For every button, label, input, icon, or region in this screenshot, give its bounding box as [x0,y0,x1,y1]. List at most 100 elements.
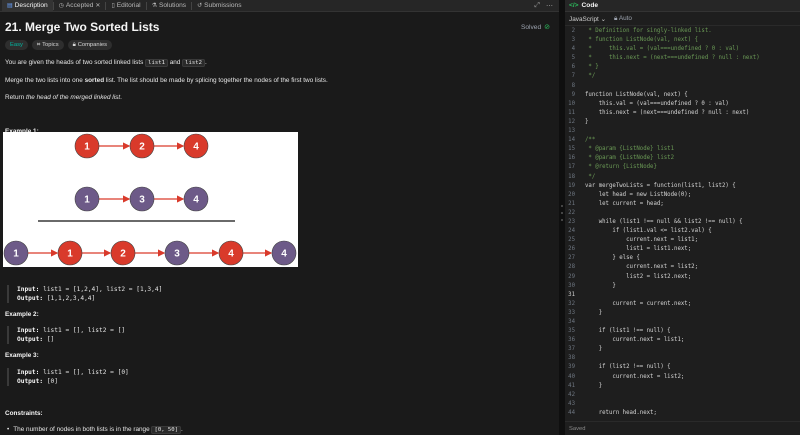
code-line[interactable]: 3 * function ListNode(val, next) { [565,36,800,45]
code-line[interactable]: 36 current.next = list1; [565,336,800,345]
code-line[interactable]: 10 this.val = (val===undefined ? 0 : val… [565,100,800,109]
expand-icon[interactable]: ⤢ [534,2,540,10]
code-line[interactable]: 30 } [565,282,800,291]
list2-node-label: 1 [84,195,90,206]
companies-chip[interactable]: 🔒︎ Companies [67,40,113,50]
code-text: return head.next; [585,409,657,416]
example-output: Output: [] [17,335,125,344]
tab-label: Accepted [65,2,94,9]
close-icon[interactable]: ✕ [95,3,100,9]
code-text: * } [585,64,599,71]
code-line[interactable]: 34 [565,318,800,327]
line-number: 38 [568,355,575,362]
code-line[interactable]: 29 list2 = list2.next; [565,273,800,282]
drag-handle[interactable] [561,205,563,221]
code-line[interactable]: 18 */ [565,173,800,182]
code-text: */ [585,73,596,80]
line-number: 3 [571,37,575,44]
example-input: Input: list1 = [], list2 = [0] [17,368,129,377]
output-label: Output: [17,295,44,302]
autosave-toggle[interactable]: 🔒︎ Auto [614,15,632,23]
code-line[interactable]: 28 current.next = list2; [565,263,800,272]
code-line[interactable]: 31 [565,291,800,300]
description-panel: ▤ Description ◷ Accepted ✕ ▯ Editorial ⚗… [0,0,559,435]
line-number: 43 [568,400,575,407]
tab-solutions[interactable]: ⚗ Solutions [147,0,192,12]
code-line[interactable]: 7 */ [565,72,800,81]
bold-text: sorted [84,77,105,84]
input-label: Input: [17,327,40,334]
problem-title[interactable]: 21. Merge Two Sorted Lists [5,20,159,34]
code-editor[interactable]: 2 * Definition for singly-linked list. 3 … [565,27,800,417]
merged-node-label: 4 [228,249,234,260]
code-line[interactable]: 32 current = current.next; [565,300,800,309]
example-output: Output: [1,1,2,3,4,4] [17,294,162,303]
statement-paragraph-1: You are given the heads of two sorted li… [5,58,554,68]
more-icon[interactable]: ⋯ [546,2,553,10]
code-line[interactable]: 14 /** [565,136,800,145]
code-line[interactable]: 39 if (list2 !== null) { [565,363,800,372]
code-line[interactable]: 2 * Definition for singly-linked list. [565,27,800,36]
code-header-label: Code [581,2,599,9]
code-line[interactable]: 37 } [565,345,800,354]
line-number: 41 [568,382,575,389]
code-text: * Definition for singly-linked list. [585,28,712,34]
code-line[interactable]: 20 let head = new ListNode(0); [565,191,800,200]
code-line[interactable]: 15 * @param {ListNode} list1 [565,145,800,154]
line-number: 12 [568,118,575,125]
code-text: } [585,346,603,353]
tab-editorial[interactable]: ▯ Editorial [106,0,145,12]
line-number: 13 [568,128,575,135]
input-label: Input: [17,286,40,293]
input-label: Input: [17,369,40,376]
problem-tabs: ▤ Description ◷ Accepted ✕ ▯ Editorial ⚗… [0,0,559,12]
solved-label: Solved [520,23,542,31]
code-line[interactable]: 21 let current = head; [565,200,800,209]
code-line[interactable]: 41 } [565,382,800,391]
language-select[interactable]: JavaScript ⌄ [569,15,606,23]
line-number: 24 [568,228,575,235]
line-number: 44 [568,409,575,416]
code-text: } else { [585,255,640,262]
code-line[interactable]: 16 * @param {ListNode} list2 [565,154,800,163]
code-line[interactable]: 42 [565,391,800,400]
app-window: ▤ Description ◷ Accepted ✕ ▯ Editorial ⚗… [0,0,800,435]
code-line[interactable]: 26 list1 = list1.next; [565,245,800,254]
code-line[interactable]: 35 if (list1 !== null) { [565,327,800,336]
code-line[interactable]: 44 return head.next; [565,409,800,417]
code-line[interactable]: 33 } [565,309,800,318]
tab-accepted[interactable]: ◷ Accepted ✕ [54,0,106,12]
code-line[interactable]: 38 [565,354,800,363]
code-line[interactable]: 13 [565,127,800,136]
tab-description[interactable]: ▤ Description [2,0,53,12]
line-number: 34 [568,319,575,325]
code-line[interactable]: 11 this.next = (next===undefined ? null … [565,109,800,118]
example-1-io: Input: list1 = [1,2,4], list2 = [1,3,4] … [7,285,162,303]
code-line[interactable]: 17 * @return {ListNode} [565,163,800,172]
code-line[interactable]: 25 current.next = list1; [565,236,800,245]
code-line[interactable]: 8 [565,82,800,91]
code-line[interactable]: 27 } else { [565,254,800,263]
code-text: * @param {ListNode} list2 [585,155,675,162]
code-line[interactable]: 6 * } [565,63,800,72]
code-line[interactable]: 40 current.next = list2; [565,373,800,382]
code-line[interactable]: 9 function ListNode(val, next) { [565,91,800,100]
line-number: 28 [568,264,575,271]
code-line[interactable]: 4 * this.val = (val===undefined ? 0 : va… [565,45,800,54]
list2-node-label: 4 [193,195,199,206]
merged-node-label: 1 [13,249,19,260]
statement-paragraph-3: Return the head of the merged linked lis… [5,93,554,102]
code-line[interactable]: 12} [565,118,800,127]
code-line[interactable]: 19 var mergeTwoLists = function(list1, li… [565,182,800,191]
line-number: 25 [568,237,575,244]
line-number: 22 [568,209,575,216]
code-line[interactable]: 43 [565,400,800,409]
list1-node-label: 2 [139,142,145,153]
code-line[interactable]: 23 while (list1 !== null && list2 !== nu… [565,218,800,227]
tab-submissions[interactable]: ↺ Submissions [192,0,246,12]
code-line[interactable]: 5 * this.next = (next===undefined ? null… [565,54,800,63]
code-line[interactable]: 24 if (list1.val <= list2.val) { [565,227,800,236]
difficulty-badge: Easy [5,40,28,50]
topics-chip[interactable]: ⌗ Topics [31,40,64,50]
code-line[interactable]: 22 [565,209,800,218]
